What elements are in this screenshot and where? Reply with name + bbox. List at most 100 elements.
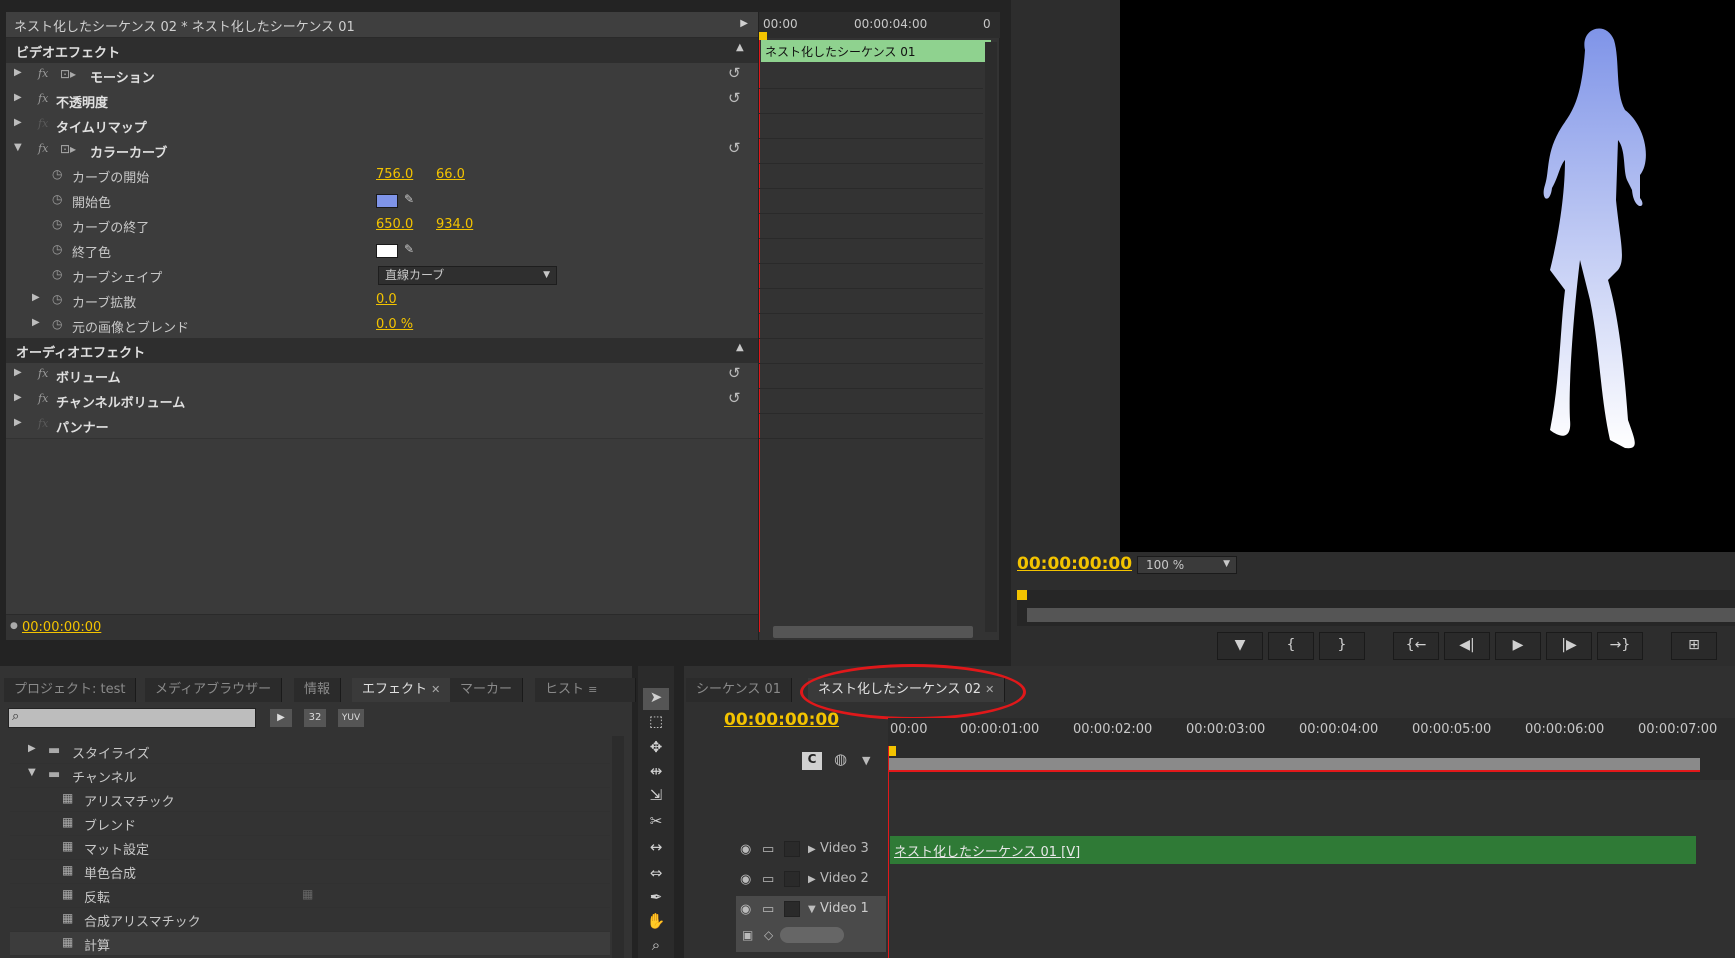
- expand-triangle-icon[interactable]: ▶: [14, 67, 22, 78]
- transform-icon[interactable]: ⊡▸: [60, 67, 76, 81]
- expand-triangle-icon[interactable]: ▶: [14, 392, 22, 403]
- 32bit-effects-icon[interactable]: 32: [304, 709, 326, 727]
- ripple-edit-tool-icon[interactable]: ✥: [643, 738, 669, 760]
- mark-in-button[interactable]: {: [1268, 632, 1314, 660]
- go-to-out-button[interactable]: →}: [1597, 632, 1643, 660]
- mark-out-button[interactable]: }: [1319, 632, 1365, 660]
- expand-triangle-icon[interactable]: ▶: [808, 874, 816, 885]
- param-value[interactable]: 0.0: [376, 292, 397, 307]
- tab-media-browser[interactable]: メディアブラウザー: [145, 678, 283, 702]
- eye-icon[interactable]: ◉: [740, 842, 751, 857]
- timeline-clip[interactable]: ネスト化したシーケンス 01 [V]: [890, 836, 1696, 864]
- effect-row-channel-volume[interactable]: ▶ fx チャンネルボリューム ↺: [6, 388, 758, 414]
- add-marker-icon[interactable]: ▼: [862, 754, 870, 767]
- sync-lock-icon[interactable]: ▭: [762, 842, 774, 857]
- tab-sequence-01[interactable]: シーケンス 01: [686, 678, 793, 702]
- reset-icon[interactable]: ↺: [728, 364, 741, 382]
- work-area-bar[interactable]: [888, 758, 1700, 772]
- list-item[interactable]: ▦ マット設定: [10, 836, 610, 860]
- expand-triangle-icon[interactable]: ▶: [14, 367, 22, 378]
- effect-row-volume[interactable]: ▶ fx ボリューム ↺: [6, 363, 758, 389]
- stopwatch-icon[interactable]: ◷: [52, 317, 62, 331]
- list-item[interactable]: ▦ 単色合成: [10, 860, 610, 884]
- horizontal-scrollbar[interactable]: [773, 626, 973, 638]
- reset-icon[interactable]: ↺: [728, 89, 741, 107]
- sync-lock-icon[interactable]: ▭: [762, 872, 774, 887]
- program-scrubber[interactable]: [1017, 590, 1735, 626]
- slide-tool-icon[interactable]: ⇔: [643, 864, 669, 886]
- collapse-up-icon[interactable]: ▲: [736, 342, 744, 353]
- stopwatch-icon[interactable]: ◷: [52, 267, 62, 281]
- tab-markers[interactable]: マーカー: [450, 678, 524, 702]
- slip-tool-icon[interactable]: ↔: [643, 838, 669, 860]
- collapse-up-icon[interactable]: ▲: [736, 42, 744, 53]
- eye-icon[interactable]: ◉: [740, 872, 751, 887]
- selection-tool-icon[interactable]: ➤: [643, 688, 669, 710]
- param-value[interactable]: 0.0 %: [376, 317, 413, 332]
- eyedropper-icon[interactable]: ✎: [404, 192, 414, 206]
- list-item[interactable]: ▦ 反転 ▦: [10, 884, 610, 908]
- mini-clip[interactable]: ネスト化したシーケンス 01: [761, 40, 991, 62]
- expand-triangle-icon[interactable]: ▶: [32, 317, 40, 328]
- lift-button[interactable]: ⊞: [1671, 632, 1717, 660]
- zoom-tool-icon[interactable]: ⌕: [643, 936, 669, 958]
- collapse-triangle-icon[interactable]: ▼: [28, 767, 36, 778]
- track-lock-toggle[interactable]: [784, 841, 800, 857]
- tab-info[interactable]: 情報: [294, 678, 342, 702]
- fx-icon[interactable]: fx: [38, 92, 48, 105]
- step-forward-button[interactable]: |▶: [1546, 632, 1592, 660]
- track-lock-toggle[interactable]: [784, 901, 800, 917]
- list-item[interactable]: ▼ ▬ チャンネル: [10, 764, 610, 788]
- play-button[interactable]: ▶: [1495, 632, 1541, 660]
- param-value-y[interactable]: 66.0: [436, 167, 465, 182]
- add-marker-button[interactable]: ▼: [1217, 632, 1263, 660]
- list-item[interactable]: ▦ ブレンド: [10, 812, 610, 836]
- tab-history[interactable]: ヒスト ≡: [535, 678, 636, 702]
- list-item[interactable]: ▶ ▬ スタイライズ: [10, 740, 610, 764]
- expand-triangle-icon[interactable]: ▶: [808, 844, 816, 855]
- expand-triangle-icon[interactable]: ▶: [14, 92, 22, 103]
- timeline-ruler[interactable]: 00:00 00:00:01:00 00:00:02:00 00:00:03:0…: [888, 718, 1735, 780]
- collapse-triangle-icon[interactable]: ▼: [14, 142, 22, 153]
- sequence-marker-icon[interactable]: ◍: [834, 750, 847, 768]
- effect-timeline[interactable]: 00:00 00:00:04:00 0 ネスト化したシーケンス 01: [758, 12, 1000, 640]
- go-to-in-button[interactable]: {←: [1393, 632, 1439, 660]
- stopwatch-icon[interactable]: ◷: [52, 242, 62, 256]
- playhead-marker-icon[interactable]: [759, 32, 767, 40]
- close-icon[interactable]: ✕: [431, 683, 440, 696]
- effect-timecode[interactable]: 00:00:00:00: [22, 620, 101, 635]
- expand-triangle-icon[interactable]: ▶: [14, 117, 22, 128]
- param-value-x[interactable]: 756.0: [376, 167, 413, 182]
- timeline-timecode[interactable]: 00:00:00:00: [724, 710, 839, 730]
- end-color-swatch[interactable]: [376, 244, 398, 258]
- zoom-scrollbar[interactable]: [1027, 608, 1735, 622]
- eyedropper-icon[interactable]: ✎: [404, 242, 414, 256]
- effect-row-opacity[interactable]: ▶ fx 不透明度 ↺: [6, 88, 758, 114]
- keyframe-display-icon[interactable]: ▣: [742, 928, 753, 942]
- tab-effects[interactable]: エフェクト ✕: [352, 678, 452, 702]
- stopwatch-icon[interactable]: ◷: [52, 192, 62, 206]
- track-select-tool-icon[interactable]: ⬚: [643, 712, 669, 734]
- param-value-y[interactable]: 934.0: [436, 217, 473, 232]
- playhead-marker-icon[interactable]: [1017, 590, 1027, 600]
- stopwatch-icon[interactable]: ◷: [52, 217, 62, 231]
- accelerated-effects-icon[interactable]: ▶: [270, 709, 292, 727]
- stopwatch-icon[interactable]: ◷: [52, 167, 62, 181]
- effect-row-panner[interactable]: ▶ fx パンナー: [6, 413, 758, 439]
- stopwatch-icon[interactable]: ◷: [52, 292, 62, 306]
- effects-search-input[interactable]: ⌕: [8, 708, 256, 728]
- header-arrow-icon[interactable]: ▶: [740, 18, 748, 29]
- hand-tool-icon[interactable]: ✋: [643, 912, 669, 934]
- playhead-marker-icon[interactable]: [888, 746, 896, 756]
- fx-icon[interactable]: fx: [38, 392, 48, 405]
- program-timecode[interactable]: 00:00:00:00: [1017, 554, 1132, 574]
- collapse-triangle-icon[interactable]: ▼: [808, 904, 816, 915]
- yuv-effects-icon[interactable]: YUV: [338, 709, 364, 727]
- eye-icon[interactable]: ◉: [740, 902, 751, 917]
- vertical-scrollbar[interactable]: [985, 42, 997, 632]
- snap-icon[interactable]: C: [802, 752, 822, 770]
- fx-icon[interactable]: fx: [38, 367, 48, 380]
- reset-icon[interactable]: ↺: [728, 139, 741, 157]
- menu-icon[interactable]: ≡: [588, 683, 597, 696]
- effect-timeline-ruler[interactable]: 00:00 00:00:04:00 0: [759, 12, 1000, 38]
